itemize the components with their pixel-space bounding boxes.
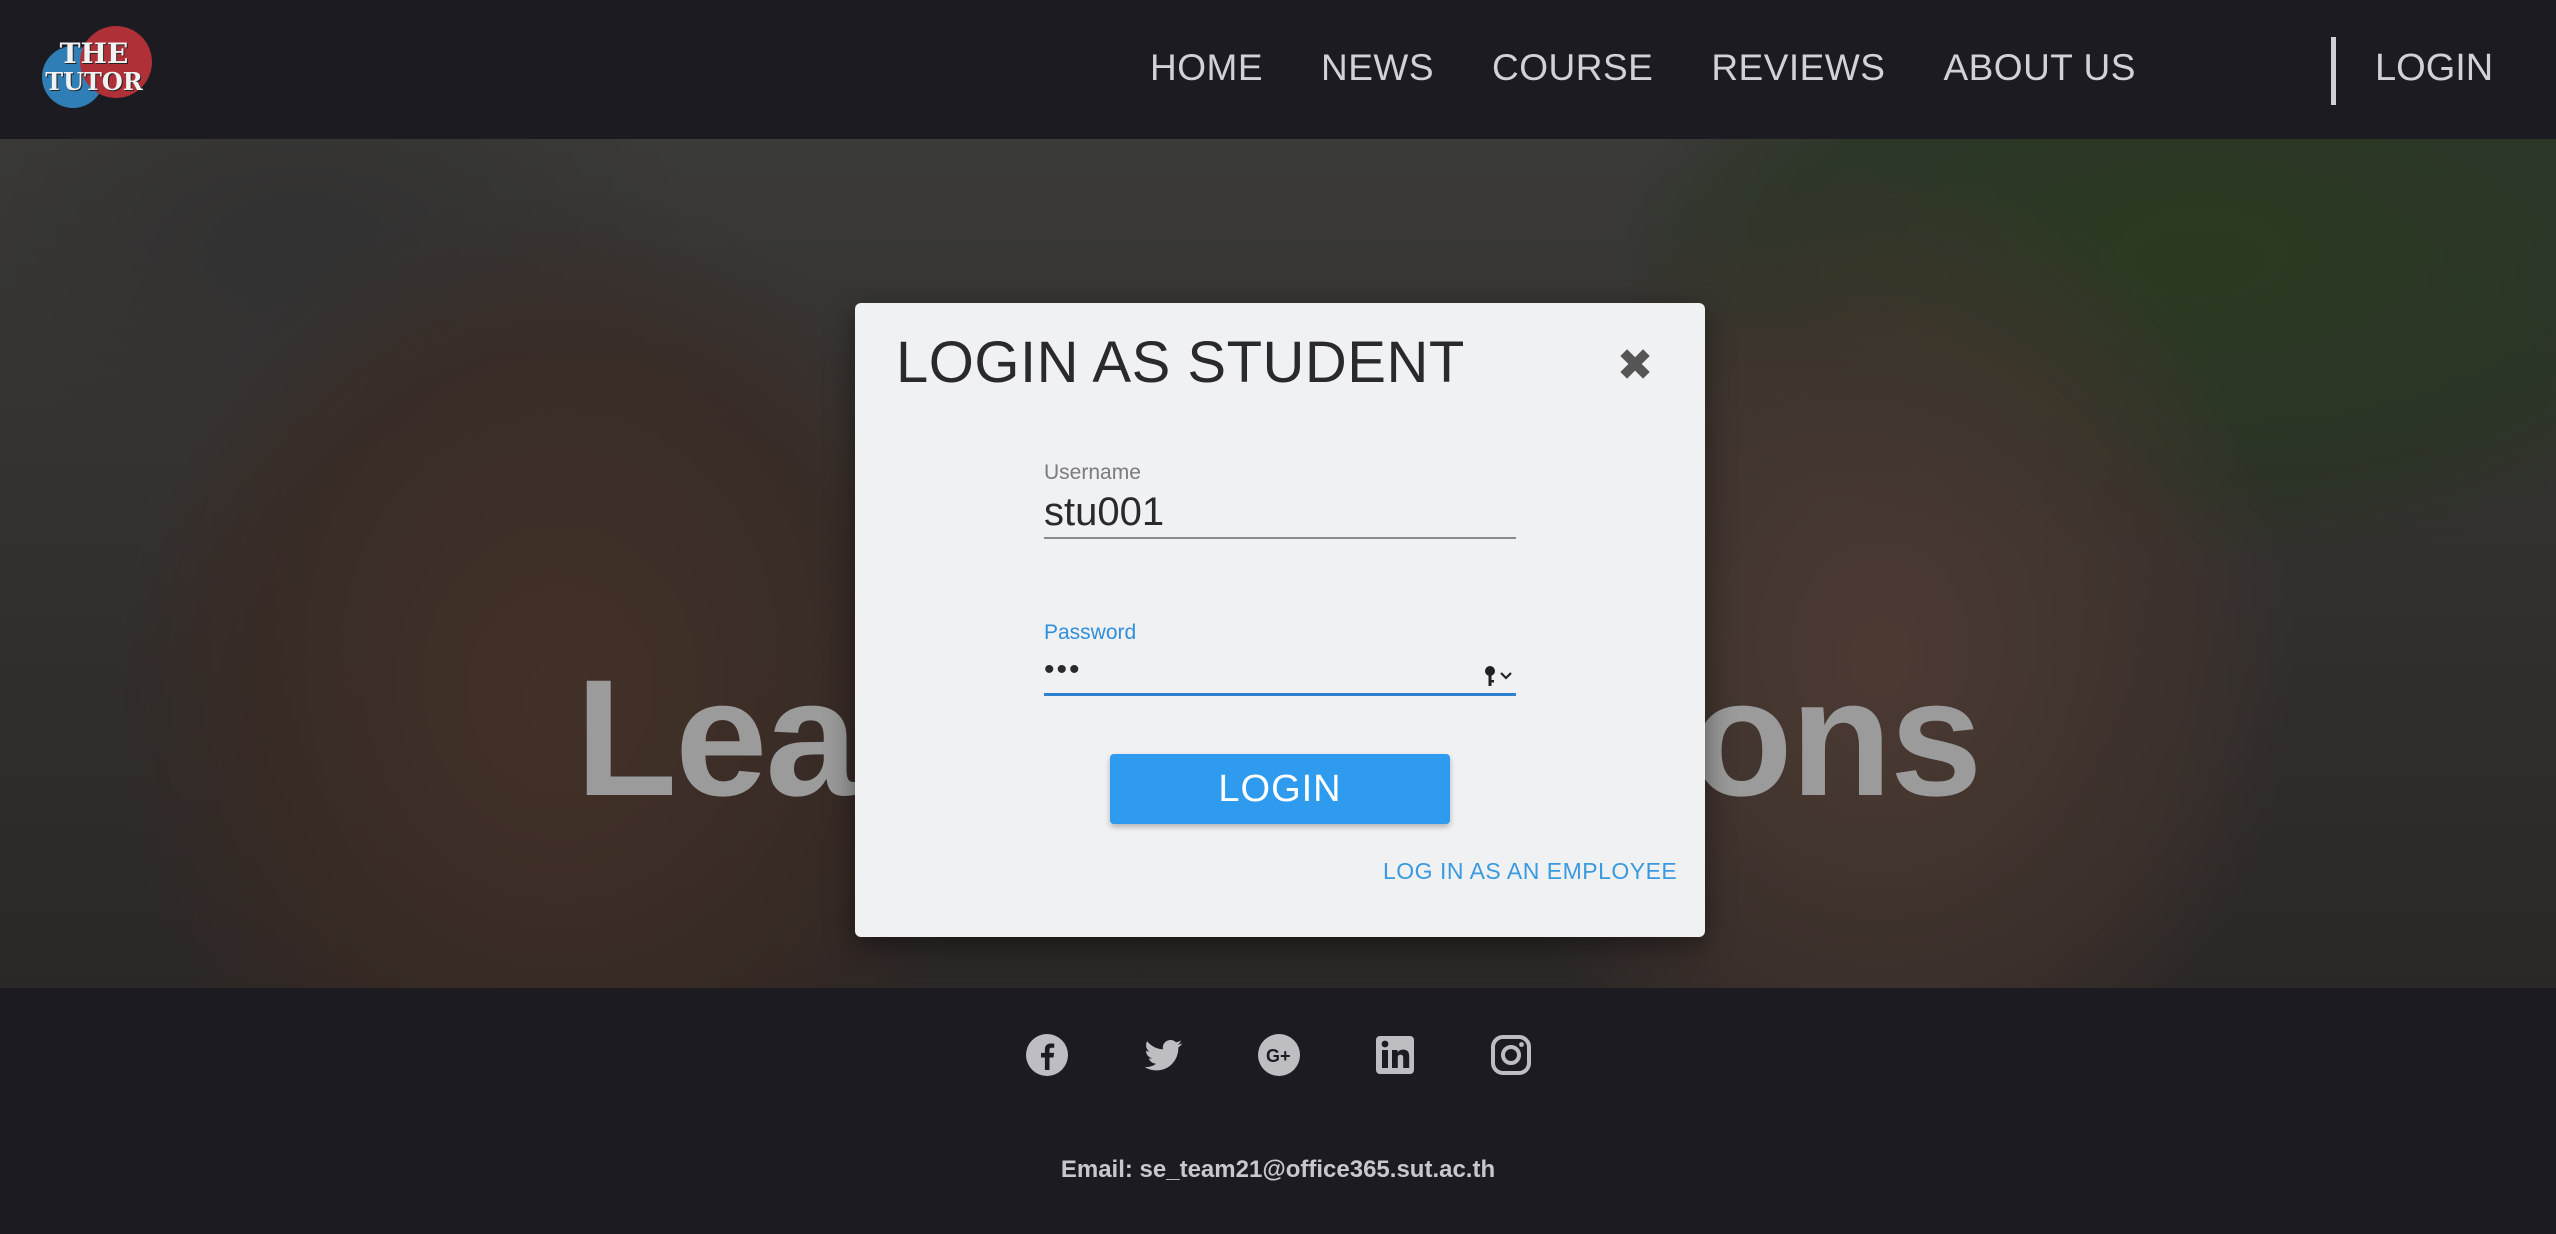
logo-line1: THE [59,37,129,70]
close-icon[interactable]: ✖ [1610,340,1660,390]
username-input[interactable] [1044,487,1516,537]
main-nav: HOME NEWS COURSE REVIEWS ABOUT US [1150,40,2194,96]
linkedin-icon[interactable] [1372,1032,1418,1078]
key-icon[interactable] [1482,663,1516,689]
nav-home[interactable]: HOME [1150,47,1263,89]
social-links: G+ [1024,1032,1604,1078]
google-plus-icon[interactable]: G+ [1256,1032,1302,1078]
nav-course[interactable]: COURSE [1492,47,1653,89]
svg-text:G+: G+ [1266,1046,1291,1066]
instagram-icon[interactable] [1488,1032,1534,1078]
nav-reviews[interactable]: REVIEWS [1711,47,1885,89]
logo-line2: TUTOR [45,67,143,96]
login-modal: LOGIN AS STUDENT ✖ Username Password LOG… [855,303,1705,937]
employee-login-link[interactable]: LOG IN AS AN EMPLOYEE [1383,858,1677,885]
twitter-icon[interactable] [1140,1032,1186,1078]
top-navbar: THE TUTOR HOME NEWS COURSE REVIEWS ABOUT… [0,0,2556,139]
nav-news[interactable]: NEWS [1321,47,1434,89]
facebook-icon[interactable] [1024,1032,1070,1078]
nav-about-us[interactable]: ABOUT US [1943,47,2135,89]
logo-text: THE TUTOR [44,40,144,96]
brand-logo[interactable]: THE TUTOR [42,26,158,108]
modal-title: LOGIN AS STUDENT [896,330,1465,395]
password-input[interactable] [1044,647,1516,693]
contact-email: Email: se_team21@office365.sut.ac.th [1060,1156,1496,1183]
nav-divider [2331,37,2336,105]
footer: G+ Email: se_team21@office365.sut.ac.th [0,988,2556,1234]
username-underline [1044,537,1516,539]
login-button[interactable]: LOGIN [1110,754,1450,824]
nav-login[interactable]: LOGIN [2375,40,2493,96]
password-underline [1044,693,1516,696]
password-field: Password [1044,621,1516,696]
password-label: Password [1044,621,1137,644]
username-label: Username [1044,461,1141,484]
username-field: Username [1044,461,1516,539]
